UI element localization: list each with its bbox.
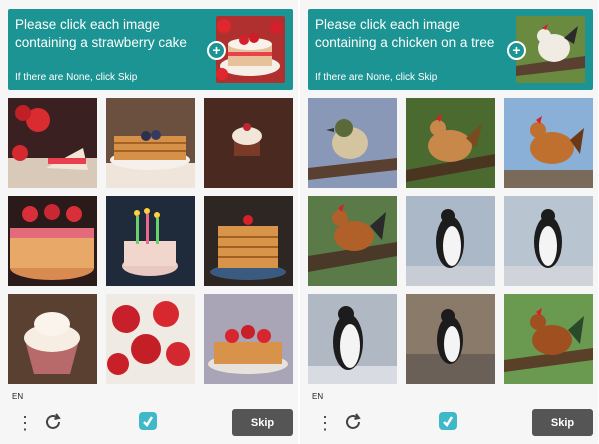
- grid-image-3[interactable]: [204, 98, 293, 188]
- grid-image-7[interactable]: [8, 294, 97, 384]
- challenge-prompt: Please click each image containing a chi…: [315, 17, 495, 50]
- challenge-prompt: Please click each image containing a str…: [15, 17, 187, 50]
- skip-hint: If there are None, click Skip: [315, 72, 438, 83]
- example-image: [216, 16, 285, 83]
- grid-image-8[interactable]: [406, 294, 495, 384]
- grid-image-9[interactable]: [204, 294, 293, 384]
- grid-image-4[interactable]: [8, 196, 97, 286]
- grid-image-7[interactable]: [308, 294, 397, 384]
- grid-image-5[interactable]: [106, 196, 195, 286]
- challenge-header: Please click each image containing a str…: [8, 9, 293, 90]
- challenge-header: Please click each image containing a chi…: [308, 9, 593, 90]
- refresh-icon[interactable]: [342, 411, 364, 433]
- grid-image-4[interactable]: [308, 196, 397, 286]
- skip-button[interactable]: Skip: [232, 409, 293, 436]
- captcha-panel-strawberry: Please click each image containing a str…: [0, 0, 298, 444]
- skip-hint: If there are None, click Skip: [15, 72, 138, 83]
- challenge-footer: ⋮ Skip: [300, 403, 598, 441]
- language-label: EN: [312, 392, 324, 401]
- more-vertical-icon[interactable]: ⋮: [316, 413, 334, 433]
- hcaptcha-logo-icon: [439, 412, 457, 430]
- grid-image-5[interactable]: [406, 196, 495, 286]
- grid-image-9[interactable]: [504, 294, 593, 384]
- more-vertical-icon[interactable]: ⋮: [16, 413, 34, 433]
- skip-button[interactable]: Skip: [532, 409, 593, 436]
- grid-image-1[interactable]: [308, 98, 397, 188]
- example-image: [516, 16, 585, 83]
- hcaptcha-logo-icon: [139, 412, 157, 430]
- grid-image-2[interactable]: [106, 98, 195, 188]
- captcha-panel-chicken: Please click each image containing a chi…: [300, 0, 598, 444]
- image-grid: [308, 98, 593, 385]
- plus-icon: +: [507, 41, 526, 60]
- plus-icon: +: [207, 41, 226, 60]
- language-label: EN: [12, 392, 24, 401]
- image-grid: [8, 98, 293, 385]
- grid-image-6[interactable]: [204, 196, 293, 286]
- grid-image-1[interactable]: [8, 98, 97, 188]
- challenge-footer: ⋮ Skip: [0, 403, 298, 441]
- grid-image-8[interactable]: [106, 294, 195, 384]
- grid-image-6[interactable]: [504, 196, 593, 286]
- grid-image-3[interactable]: [504, 98, 593, 188]
- refresh-icon[interactable]: [42, 411, 64, 433]
- grid-image-2[interactable]: [406, 98, 495, 188]
